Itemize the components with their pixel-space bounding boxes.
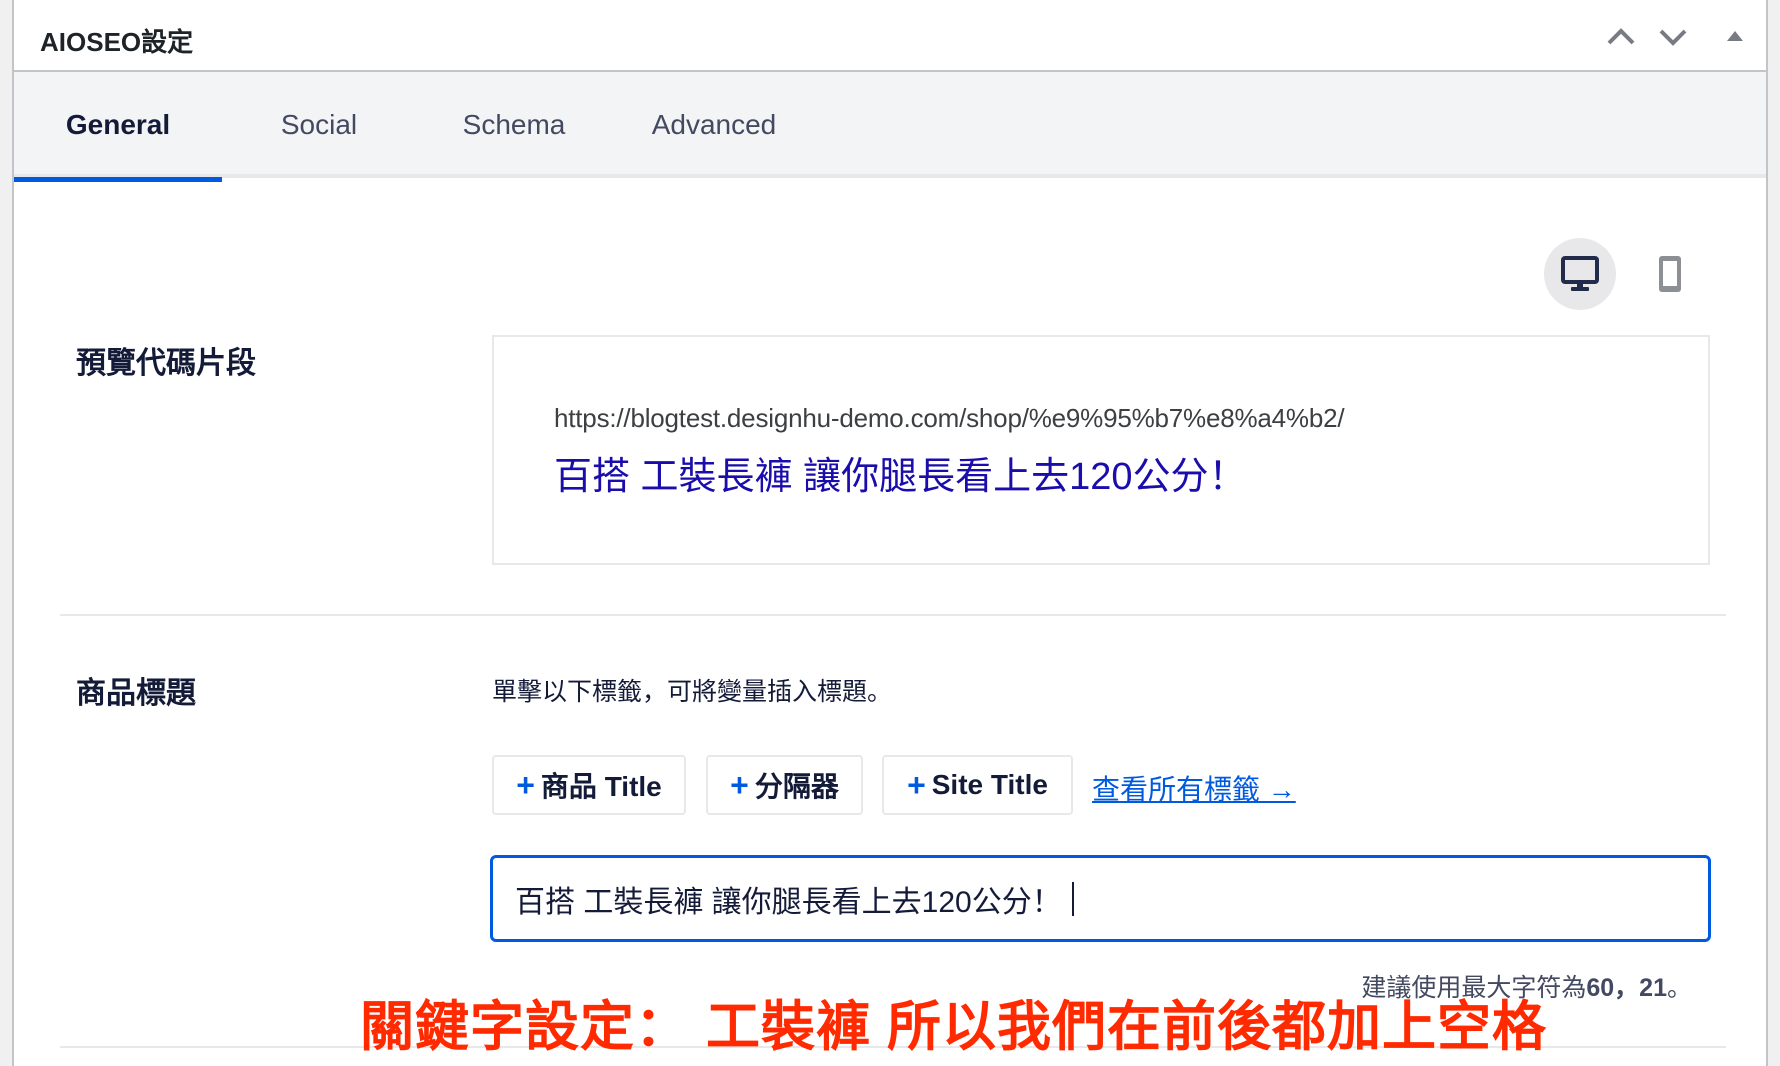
view-all-tags-link[interactable]: 查看所有標籤 → — [1092, 768, 1296, 808]
add-product-title-tag-button[interactable]: + 商品 Title — [492, 755, 686, 815]
insert-tags-hint: 單擊以下標籤，可將變量插入標題。 — [492, 678, 893, 706]
desktop-preview-button[interactable] — [1544, 238, 1616, 310]
mobile-preview-button[interactable] — [1634, 238, 1706, 310]
tag-label: 商品 Title — [540, 771, 662, 802]
tab-advanced[interactable]: Advanced — [612, 72, 816, 178]
section-divider — [60, 614, 1726, 616]
panel-header: AIOSEO設定 — [14, 0, 1766, 72]
text-caret — [1071, 881, 1074, 916]
add-site-title-tag-button[interactable]: + Site Title — [882, 755, 1073, 815]
desktop-icon — [1561, 256, 1599, 291]
tab-general[interactable]: General — [14, 72, 222, 182]
collapse-triangle-icon[interactable] — [1718, 20, 1752, 54]
tab-bar: General Social Schema Advanced — [14, 72, 1766, 182]
product-title-label: 商品標題 — [76, 677, 196, 710]
char-count-separator: ， — [1614, 974, 1640, 1002]
tag-label: 分隔器 — [754, 771, 839, 802]
plus-icon: + — [730, 766, 749, 803]
aioseo-settings-panel: AIOSEO設定 General Social Schema Advanced … — [12, 0, 1768, 1066]
plus-icon: + — [907, 766, 926, 803]
keyword-annotation: 關鍵字設定： 工裝褲 所以我們在前後都加上空格 — [360, 997, 1548, 1057]
chevron-up-icon[interactable] — [1604, 20, 1638, 54]
add-separator-tag-button[interactable]: + 分隔器 — [706, 755, 863, 815]
snippet-title: 百搭 工裝長褲 讓你腿長看上去120公分！ — [554, 456, 1247, 498]
char-count-suffix: 。 — [1666, 974, 1692, 1002]
product-title-input-value: 百搭 工裝長褲 讓你腿長看上去120公分！ — [515, 885, 1062, 919]
snippet-preview-label: 預覽代碼片段 — [76, 347, 256, 380]
tab-social[interactable]: Social — [222, 72, 416, 178]
plus-icon: + — [516, 766, 535, 803]
tag-label: Site Title — [931, 769, 1048, 800]
tab-schema[interactable]: Schema — [416, 72, 612, 178]
product-title-input[interactable]: 百搭 工裝長褲 讓你腿長看上去120公分！ — [490, 855, 1711, 942]
snippet-url: https://blogtest.designhu-demo.com/shop/… — [554, 403, 1345, 433]
snippet-preview-box: https://blogtest.designhu-demo.com/shop/… — [492, 335, 1710, 565]
panel-title: AIOSEO設定 — [40, 27, 194, 57]
char-count-current: 21 — [1639, 974, 1667, 1002]
char-count-max: 60 — [1586, 974, 1615, 1002]
chevron-down-icon[interactable] — [1656, 20, 1690, 54]
mobile-icon — [1659, 256, 1681, 292]
